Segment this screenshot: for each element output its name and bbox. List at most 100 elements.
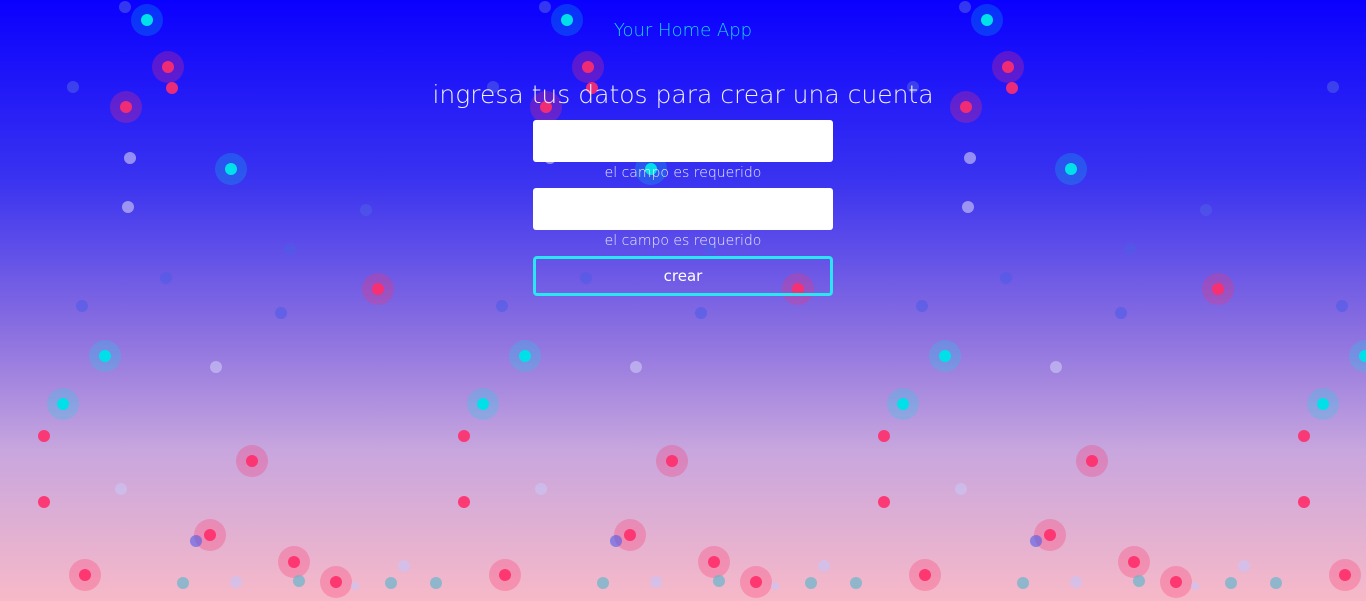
- bubble: [1030, 535, 1042, 547]
- bubble-halo: [236, 445, 268, 477]
- bubble-halo: [614, 519, 646, 551]
- bubble: [1124, 243, 1136, 255]
- second-field[interactable]: [533, 188, 833, 230]
- bubble: [398, 560, 410, 572]
- first-field-error: el campo es requerido: [604, 165, 762, 181]
- bubble: [959, 1, 971, 13]
- bubble-halo: [89, 340, 121, 372]
- bubble: [535, 483, 547, 495]
- bubble-halo: [194, 519, 226, 551]
- bubble-halo: [740, 566, 772, 598]
- bubble: [119, 1, 131, 13]
- bubble: [1336, 300, 1348, 312]
- bubble: [1191, 582, 1199, 590]
- bubble: [477, 398, 489, 410]
- bubble: [160, 272, 172, 284]
- bubble-halo: [467, 388, 499, 420]
- bubble: [1359, 350, 1366, 362]
- bubble: [496, 300, 508, 312]
- bubble: [162, 61, 174, 73]
- bubble: [458, 496, 470, 508]
- bubble-halo: [1329, 559, 1361, 591]
- bubble-halo: [152, 51, 184, 83]
- bubble: [1170, 576, 1182, 588]
- bubble: [360, 204, 372, 216]
- bubble: [330, 576, 342, 588]
- bubble: [57, 398, 69, 410]
- bubble: [818, 560, 830, 572]
- bubble: [351, 582, 359, 590]
- bubble: [955, 483, 967, 495]
- bubble-halo: [69, 559, 101, 591]
- signup-form: el campo es requerido el campo es requer…: [533, 120, 833, 296]
- bubble: [1050, 361, 1062, 373]
- bubble-halo: [509, 340, 541, 372]
- bubble: [1238, 560, 1250, 572]
- bubble: [458, 430, 470, 442]
- bubble: [124, 152, 136, 164]
- bubble: [275, 307, 287, 319]
- second-field-error: el campo es requerido: [604, 233, 762, 249]
- bubble-halo: [572, 51, 604, 83]
- bubble: [539, 1, 551, 13]
- bubble: [1002, 61, 1014, 73]
- bubble: [1115, 307, 1127, 319]
- bubble: [964, 152, 976, 164]
- bubble: [519, 350, 531, 362]
- bubble-halo: [698, 546, 730, 578]
- bubble: [878, 496, 890, 508]
- bubble-halo: [1076, 445, 1108, 477]
- bubble: [99, 350, 111, 362]
- bubble: [1070, 576, 1082, 588]
- bubble-halo: [1202, 273, 1234, 305]
- bubble: [499, 569, 511, 581]
- bubble: [1339, 569, 1351, 581]
- bubble: [76, 300, 88, 312]
- bubble: [1212, 283, 1224, 295]
- bubble-halo: [215, 153, 247, 185]
- bubble: [750, 576, 762, 588]
- bubble: [919, 569, 931, 581]
- bubble: [650, 576, 662, 588]
- bubble-halo: [1055, 153, 1087, 185]
- bubble: [38, 430, 50, 442]
- bubble-halo: [1034, 519, 1066, 551]
- bubble: [1225, 577, 1237, 589]
- bubble: [225, 163, 237, 175]
- bubble: [713, 575, 725, 587]
- bubble: [284, 243, 296, 255]
- first-field[interactable]: [533, 120, 833, 162]
- create-button[interactable]: crear: [533, 256, 833, 296]
- bubble: [430, 577, 442, 589]
- bubble-halo: [887, 388, 919, 420]
- bubble: [1044, 529, 1056, 541]
- bubble: [115, 483, 127, 495]
- bubble: [805, 577, 817, 589]
- bubble: [204, 529, 216, 541]
- bubble-halo: [320, 566, 352, 598]
- bubble: [610, 535, 622, 547]
- bubble: [210, 361, 222, 373]
- bubble-halo: [1160, 566, 1192, 598]
- bubble: [1017, 577, 1029, 589]
- bubble: [230, 576, 242, 588]
- bubble: [624, 529, 636, 541]
- bubble: [1065, 163, 1077, 175]
- bubble: [897, 398, 909, 410]
- bubble: [1298, 430, 1310, 442]
- bubble: [1128, 556, 1140, 568]
- bubble: [1086, 455, 1098, 467]
- bubble-halo: [992, 51, 1024, 83]
- bubble: [1317, 398, 1329, 410]
- bubble: [597, 577, 609, 589]
- bubble-halo: [1118, 546, 1150, 578]
- app-title[interactable]: Your Home App: [0, 20, 1366, 41]
- bubble: [38, 496, 50, 508]
- bubble: [79, 569, 91, 581]
- bubble-halo: [1307, 388, 1339, 420]
- bubble: [939, 350, 951, 362]
- bubble: [288, 556, 300, 568]
- bubble-halo: [656, 445, 688, 477]
- bubble: [708, 556, 720, 568]
- bubble: [878, 430, 890, 442]
